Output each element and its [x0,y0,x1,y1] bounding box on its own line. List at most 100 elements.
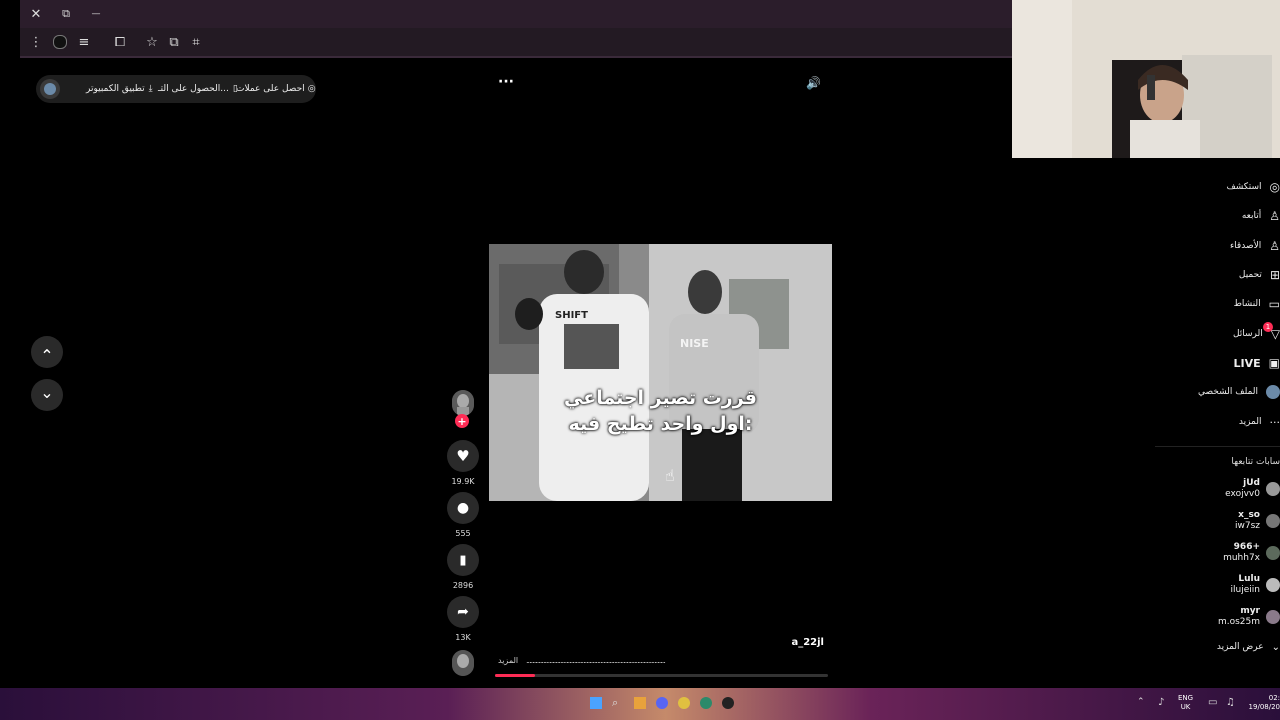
show-more-accounts-button[interactable]: عرض المزيد ⌄ [1217,637,1280,657]
sidebar-item-friends[interactable]: الأصدقاء ♙ [1230,236,1280,256]
discord-icon[interactable] [656,697,668,709]
plus-icon: + [457,414,467,428]
sidebar-item-label: استكشف [1226,182,1262,192]
language-indicator[interactable]: ENG UK [1178,694,1193,712]
sidebar-item-label: تحميل [1238,270,1262,280]
video-progress-fill [495,674,535,677]
sidebar-item-more[interactable]: المزيد ··· [1239,412,1280,432]
close-window-button[interactable]: ✕ [22,0,50,28]
previous-video-button[interactable]: ⌃ [31,336,63,368]
language-code: ENG [1178,694,1194,702]
account-handle: exojvv0 [1225,489,1260,499]
edge-icon[interactable] [700,697,712,709]
sidebar-item-label: الرسائل [1232,329,1263,339]
restore-window-button[interactable]: ⧉ [52,0,80,28]
shirt-text-nise: NISE [680,337,709,350]
reading-list-icon[interactable]: ≡ [70,28,98,56]
following-account[interactable]: 966+ muhh7x [1223,539,1280,567]
comment-button[interactable]: ● [447,492,479,524]
music-disc[interactable] [452,650,474,676]
following-account[interactable]: jUd exojvv0 [1225,475,1280,503]
sidebar-item-label: النشاط [1233,299,1261,309]
follow-button[interactable]: + [455,414,469,428]
more-dots-icon: ··· [498,74,514,90]
chrome-icon[interactable] [678,697,690,709]
clock-time: 02: [1268,694,1280,702]
screenshot-icon[interactable]: ⌗ [182,28,210,56]
account-name: Lulu [1238,574,1260,584]
next-video-button[interactable]: ⌄ [31,379,63,411]
share-button[interactable]: ➦ [447,596,479,628]
sidebar-item-following[interactable]: أتابعه ♙ [1242,206,1280,226]
minimize-window-button[interactable]: — [82,0,110,28]
keyboard-layout: UK [1180,703,1191,711]
start-menu-icon[interactable] [590,697,602,709]
account-handle: iw7sz [1234,521,1260,531]
speaker-icon[interactable]: ♫ [1226,697,1235,708]
volume-button[interactable]: 🔊 [806,76,821,90]
bookmark-icon: ▮ [459,552,467,568]
save-button[interactable]: ▮ [447,544,479,576]
friends-icon: ♙ [1269,239,1280,253]
sidebar-item-label: LIVE [1233,356,1261,370]
sidebar-item-label: أتابعه [1241,211,1262,221]
account-handle: ilujeiin [1230,585,1260,595]
minimize-icon: — [91,9,101,19]
extensions-icon[interactable]: ⧠ [106,28,134,56]
account-name: x_so [1238,510,1260,520]
network-icon[interactable]: ▭ [1208,697,1217,708]
caption-line-1: قررت تصير اجتماعي [564,387,757,409]
sidebar-item-live[interactable]: LIVE ▣ [1234,353,1280,373]
obs-icon[interactable] [722,697,734,709]
activity-icon: ▭ [1268,297,1280,311]
sidebar-item-activity[interactable]: النشاط ▭ [1234,294,1280,314]
sidebar-item-label: الملف الشخصي [1198,387,1258,397]
cursor-icon: ☝ [665,466,675,485]
desktop-app-label: تطبيق الكمبيوتر [86,84,145,94]
coins-label: احصل على عملات [236,84,305,94]
following-account[interactable]: x_so iw7sz [1235,507,1280,535]
show-more-label: عرض المزيد [1216,642,1264,652]
sidebar-item-profile[interactable]: الملف الشخصي [1198,382,1280,402]
following-icon: ♙ [1269,209,1280,223]
top-action-pill: تطبيق الكمبيوتر ⤓ الحصول على التـ... ▯ ا… [36,75,316,103]
post-username[interactable]: a_22jl [760,637,824,648]
webcam-overlay [1012,0,1280,158]
tray-chevron-up-icon[interactable]: ⌃ [1137,697,1145,707]
sidebar-item-upload[interactable]: تحميل ⊞ [1239,265,1280,285]
explore-icon: ◎ [1269,180,1280,194]
get-coins-button[interactable]: احصل على عملات ◎ [236,75,316,103]
microphone-icon[interactable]: ♪ [1158,697,1164,708]
app-icon-files[interactable] [634,697,646,709]
like-button[interactable]: ♥ [447,440,479,472]
heart-icon: ♥ [456,447,470,465]
following-account[interactable]: myr m.os25m [1218,603,1280,631]
upload-icon: ⊞ [1269,268,1280,282]
video-progress-bar[interactable] [495,674,828,677]
search-icon[interactable]: ⌕ [612,696,618,710]
messages-badge: 1 [1263,322,1273,332]
video-caption: قررت تصير اجتماعي اول واحد تطيح فيه: [489,385,832,437]
following-account[interactable]: Lulu ilujeiin [1231,571,1280,599]
creator-avatar[interactable] [452,390,474,416]
get-app-button[interactable]: الحصول على التـ... ▯ [158,75,238,103]
clock-date: 19/08/20 [1248,703,1280,711]
sidebar-item-explore[interactable]: استكشف ◎ [1226,177,1280,197]
logo-avatar[interactable] [40,75,60,103]
live-icon: ▣ [1268,356,1280,370]
browser-toolbar: ⋮ ≡ ⧠ ☆ ⧉ ⌗ [20,28,1012,58]
chevron-down-icon: ⌄ [40,382,54,402]
account-name: myr [1240,606,1260,616]
post-more-link[interactable]: المزيد [498,656,518,665]
volume-icon: 🔊 [806,76,821,90]
get-app-label: الحصول على التـ... [158,84,229,94]
share-icon: ➦ [457,604,469,620]
more-options-button[interactable]: ··· [498,74,514,90]
avatar [1266,610,1280,624]
share-count: 13K [455,633,471,642]
like-count: 19.9K [451,477,475,486]
clock[interactable]: 02: 19/08/20 [1249,694,1280,712]
video-player[interactable]: SHIFT NISE قررت تصير اجتماعي اول واحد تط… [489,244,832,501]
os-taskbar: ⌕ ⌃ ♪ ENG UK ▭ ♫ 02: 19/08/20 [0,688,1280,720]
desktop-app-button[interactable]: تطبيق الكمبيوتر ⤓ [86,75,153,103]
